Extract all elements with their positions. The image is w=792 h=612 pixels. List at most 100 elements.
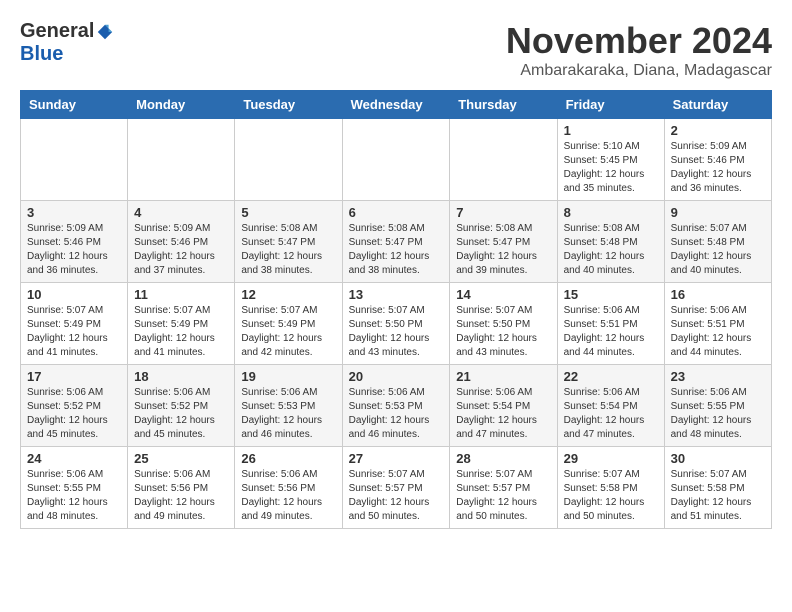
- calendar-cell: 21 Sunrise: 5:06 AM Sunset: 5:54 PM Dayli…: [450, 365, 557, 447]
- day-number: 24: [27, 451, 121, 466]
- day-info: Sunrise: 5:06 AM Sunset: 5:56 PM Dayligh…: [241, 468, 335, 524]
- calendar-header-sunday: Sunday: [21, 91, 128, 119]
- day-info: Sunrise: 5:06 AM Sunset: 5:55 PM Dayligh…: [27, 468, 121, 524]
- calendar-cell: 8 Sunrise: 5:08 AM Sunset: 5:48 PM Daylig…: [557, 201, 664, 283]
- calendar-cell: 2Sunrise: 5:09 AM Sunset: 5:46 PM Daylig…: [664, 119, 771, 201]
- day-number: 19: [241, 369, 335, 384]
- calendar-header-monday: Monday: [128, 91, 235, 119]
- day-info: Sunrise: 5:06 AM Sunset: 5:53 PM Dayligh…: [349, 386, 444, 442]
- calendar-cell: 12Sunrise: 5:07 AM Sunset: 5:49 PM Dayli…: [235, 283, 342, 365]
- day-info: Sunrise: 5:07 AM Sunset: 5:58 PM Dayligh…: [671, 468, 765, 524]
- day-info: Sunrise: 5:07 AM Sunset: 5:50 PM Dayligh…: [456, 304, 550, 360]
- calendar-week-4: 24 Sunrise: 5:06 AM Sunset: 5:55 PM Dayli…: [21, 447, 772, 529]
- calendar-cell: 14 Sunrise: 5:07 AM Sunset: 5:50 PM Dayli…: [450, 283, 557, 365]
- day-info: Sunrise: 5:08 AM Sunset: 5:47 PM Dayligh…: [349, 222, 444, 278]
- day-number: 2: [671, 123, 765, 138]
- day-number: 1: [564, 123, 658, 138]
- calendar-cell: 7Sunrise: 5:08 AM Sunset: 5:47 PM Daylig…: [450, 201, 557, 283]
- day-info: Sunrise: 5:07 AM Sunset: 5:57 PM Dayligh…: [349, 468, 444, 524]
- calendar-cell: 30 Sunrise: 5:07 AM Sunset: 5:58 PM Dayli…: [664, 447, 771, 529]
- calendar-cell: 3Sunrise: 5:09 AM Sunset: 5:46 PM Daylig…: [21, 201, 128, 283]
- calendar-cell: 16 Sunrise: 5:06 AM Sunset: 5:51 PM Dayli…: [664, 283, 771, 365]
- day-number: 15: [564, 287, 658, 302]
- day-number: 22: [564, 369, 658, 384]
- day-number: 20: [349, 369, 444, 384]
- day-info: Sunrise: 5:08 AM Sunset: 5:47 PM Dayligh…: [241, 222, 335, 278]
- day-number: 6: [349, 205, 444, 220]
- calendar-cell: 17 Sunrise: 5:06 AM Sunset: 5:52 PM Dayli…: [21, 365, 128, 447]
- calendar-cell: 15 Sunrise: 5:06 AM Sunset: 5:51 PM Dayli…: [557, 283, 664, 365]
- calendar-cell: [128, 119, 235, 201]
- day-number: 10: [27, 287, 121, 302]
- calendar-cell: 26Sunrise: 5:06 AM Sunset: 5:56 PM Dayli…: [235, 447, 342, 529]
- day-info: Sunrise: 5:07 AM Sunset: 5:49 PM Dayligh…: [27, 304, 121, 360]
- day-info: Sunrise: 5:06 AM Sunset: 5:54 PM Dayligh…: [456, 386, 550, 442]
- day-info: Sunrise: 5:09 AM Sunset: 5:46 PM Dayligh…: [134, 222, 228, 278]
- calendar-header-thursday: Thursday: [450, 91, 557, 119]
- day-info: Sunrise: 5:07 AM Sunset: 5:58 PM Dayligh…: [564, 468, 658, 524]
- day-info: Sunrise: 5:06 AM Sunset: 5:52 PM Dayligh…: [134, 386, 228, 442]
- calendar-cell: 23Sunrise: 5:06 AM Sunset: 5:55 PM Dayli…: [664, 365, 771, 447]
- calendar-header-wednesday: Wednesday: [342, 91, 450, 119]
- calendar-cell: [342, 119, 450, 201]
- calendar-cell: [235, 119, 342, 201]
- calendar-cell: 1Sunrise: 5:10 AM Sunset: 5:45 PM Daylig…: [557, 119, 664, 201]
- calendar-cell: [21, 119, 128, 201]
- day-number: 30: [671, 451, 765, 466]
- calendar-week-0: 1Sunrise: 5:10 AM Sunset: 5:45 PM Daylig…: [21, 119, 772, 201]
- logo-blue-text: Blue: [20, 43, 63, 66]
- calendar-header-friday: Friday: [557, 91, 664, 119]
- calendar-cell: 27 Sunrise: 5:07 AM Sunset: 5:57 PM Dayli…: [342, 447, 450, 529]
- day-info: Sunrise: 5:06 AM Sunset: 5:54 PM Dayligh…: [564, 386, 658, 442]
- location-subtitle: Ambarakaraka, Diana, Madagascar: [506, 62, 772, 80]
- day-number: 16: [671, 287, 765, 302]
- day-info: Sunrise: 5:06 AM Sunset: 5:52 PM Dayligh…: [27, 386, 121, 442]
- day-info: Sunrise: 5:07 AM Sunset: 5:50 PM Dayligh…: [349, 304, 444, 360]
- calendar-cell: 6 Sunrise: 5:08 AM Sunset: 5:47 PM Daylig…: [342, 201, 450, 283]
- calendar-cell: 10 Sunrise: 5:07 AM Sunset: 5:49 PM Dayli…: [21, 283, 128, 365]
- calendar-cell: 18 Sunrise: 5:06 AM Sunset: 5:52 PM Dayli…: [128, 365, 235, 447]
- logo-icon: [96, 23, 114, 41]
- calendar-header-row: SundayMondayTuesdayWednesdayThursdayFrid…: [21, 91, 772, 119]
- day-number: 28: [456, 451, 550, 466]
- day-info: Sunrise: 5:08 AM Sunset: 5:47 PM Dayligh…: [456, 222, 550, 278]
- day-number: 9: [671, 205, 765, 220]
- calendar-cell: [450, 119, 557, 201]
- day-number: 5: [241, 205, 335, 220]
- day-info: Sunrise: 5:06 AM Sunset: 5:51 PM Dayligh…: [671, 304, 765, 360]
- calendar-cell: 4 Sunrise: 5:09 AM Sunset: 5:46 PM Daylig…: [128, 201, 235, 283]
- day-info: Sunrise: 5:06 AM Sunset: 5:51 PM Dayligh…: [564, 304, 658, 360]
- day-number: 13: [349, 287, 444, 302]
- calendar-cell: 25Sunrise: 5:06 AM Sunset: 5:56 PM Dayli…: [128, 447, 235, 529]
- day-number: 14: [456, 287, 550, 302]
- day-info: Sunrise: 5:09 AM Sunset: 5:46 PM Dayligh…: [27, 222, 121, 278]
- day-info: Sunrise: 5:07 AM Sunset: 5:48 PM Dayligh…: [671, 222, 765, 278]
- day-number: 29: [564, 451, 658, 466]
- calendar-table: SundayMondayTuesdayWednesdayThursdayFrid…: [20, 90, 772, 529]
- calendar-header-tuesday: Tuesday: [235, 91, 342, 119]
- day-info: Sunrise: 5:08 AM Sunset: 5:48 PM Dayligh…: [564, 222, 658, 278]
- day-info: Sunrise: 5:07 AM Sunset: 5:49 PM Dayligh…: [134, 304, 228, 360]
- calendar-cell: 29 Sunrise: 5:07 AM Sunset: 5:58 PM Dayli…: [557, 447, 664, 529]
- day-info: Sunrise: 5:06 AM Sunset: 5:55 PM Dayligh…: [671, 386, 765, 442]
- day-number: 27: [349, 451, 444, 466]
- day-number: 17: [27, 369, 121, 384]
- day-info: Sunrise: 5:06 AM Sunset: 5:53 PM Dayligh…: [241, 386, 335, 442]
- calendar-cell: 19 Sunrise: 5:06 AM Sunset: 5:53 PM Dayli…: [235, 365, 342, 447]
- calendar-cell: 20 Sunrise: 5:06 AM Sunset: 5:53 PM Dayli…: [342, 365, 450, 447]
- logo-general-text: General: [20, 20, 94, 43]
- day-number: 8: [564, 205, 658, 220]
- day-number: 18: [134, 369, 228, 384]
- calendar-cell: 28Sunrise: 5:07 AM Sunset: 5:57 PM Dayli…: [450, 447, 557, 529]
- day-number: 11: [134, 287, 228, 302]
- title-section: November 2024 Ambarakaraka, Diana, Madag…: [506, 20, 772, 80]
- logo: General Blue: [20, 20, 114, 66]
- month-title: November 2024: [506, 20, 772, 62]
- calendar-cell: 24 Sunrise: 5:06 AM Sunset: 5:55 PM Dayli…: [21, 447, 128, 529]
- day-number: 4: [134, 205, 228, 220]
- calendar-week-3: 17 Sunrise: 5:06 AM Sunset: 5:52 PM Dayli…: [21, 365, 772, 447]
- day-number: 21: [456, 369, 550, 384]
- day-number: 12: [241, 287, 335, 302]
- calendar-cell: 5 Sunrise: 5:08 AM Sunset: 5:47 PM Daylig…: [235, 201, 342, 283]
- calendar-cell: 9 Sunrise: 5:07 AM Sunset: 5:48 PM Daylig…: [664, 201, 771, 283]
